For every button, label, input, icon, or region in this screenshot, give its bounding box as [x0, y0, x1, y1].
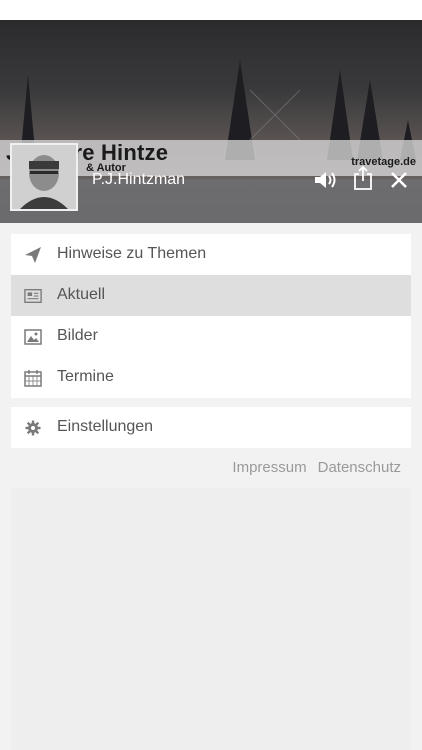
close-icon [391, 172, 407, 188]
menu-item-hinweise[interactable]: Hinweise zu Themen [11, 234, 411, 275]
menu-item-label: Termine [57, 368, 114, 385]
image-icon [24, 328, 42, 346]
settings-menu: Einstellungen [11, 407, 411, 448]
volume-icon [315, 172, 336, 188]
calendar-icon [24, 369, 42, 387]
menu-item-termine[interactable]: Termine [11, 357, 411, 398]
footer-links: Impressum Datenschutz [232, 459, 401, 476]
avatar[interactable] [10, 143, 78, 211]
menu-item-einstellungen[interactable]: Einstellungen [11, 407, 411, 448]
main-menu: Hinweise zu Themen Aktuell Bilder Termin… [11, 234, 411, 398]
share-button[interactable] [349, 163, 377, 193]
menu-item-aktuell[interactable]: Aktuell [11, 275, 411, 316]
status-bar [0, 0, 422, 20]
close-button[interactable] [385, 165, 413, 195]
newspaper-icon [24, 287, 42, 305]
share-icon [354, 165, 372, 190]
menu-item-bilder[interactable]: Bilder [11, 316, 411, 357]
menu-item-label: Einstellungen [57, 418, 154, 435]
gear-icon [24, 419, 42, 437]
content-area [11, 488, 411, 750]
sound-button[interactable] [312, 165, 340, 195]
datenschutz-link[interactable]: Datenschutz [318, 459, 401, 476]
person-icon [12, 145, 76, 209]
paper-plane-icon [24, 246, 42, 264]
username: P.J.Hintzman [92, 171, 186, 188]
impressum-link[interactable]: Impressum [232, 459, 306, 476]
menu-item-label: Bilder [57, 327, 98, 344]
menu-item-label: Aktuell [57, 286, 106, 303]
menu-item-label: Hinweise zu Themen [57, 245, 207, 262]
